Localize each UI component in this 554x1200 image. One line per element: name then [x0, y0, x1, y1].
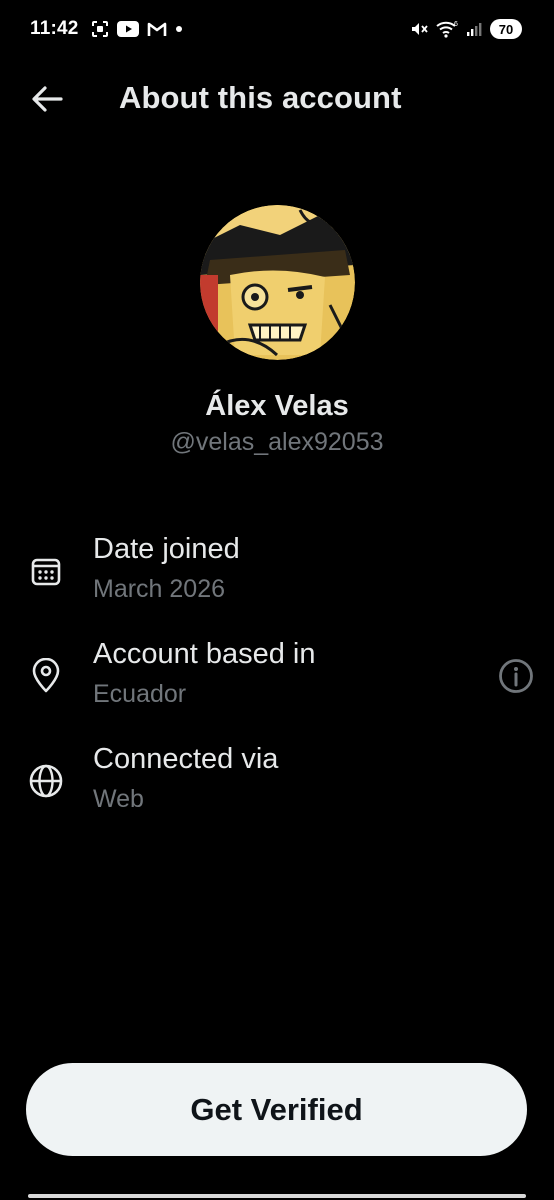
account-based-in-label: Account based in	[93, 638, 316, 670]
arrow-left-icon	[32, 86, 63, 112]
info-row-account-based-in: Account based in Ecuador	[0, 638, 554, 728]
mute-icon	[412, 23, 428, 35]
globe-icon	[28, 763, 64, 799]
more-notifications-dot-icon	[175, 26, 182, 32]
wifi-icon: 6	[436, 21, 458, 38]
back-button[interactable]	[26, 82, 68, 116]
svg-text:6: 6	[454, 21, 458, 28]
info-row-date-joined: Date joined March 2026	[0, 533, 554, 623]
signal-icon	[467, 23, 482, 36]
display-name: Álex Velas	[205, 390, 349, 422]
get-verified-button[interactable]: Get Verified	[26, 1063, 527, 1156]
info-row-connected-via: Connected via Web	[0, 743, 554, 833]
about-account-screen: 11:42 6 70 About this account Álex Velas…	[0, 0, 554, 1200]
screenshot-icon	[91, 21, 108, 37]
account-based-in-value: Ecuador	[93, 680, 187, 708]
date-joined-label: Date joined	[93, 533, 240, 565]
username-handle: @velas_alex92053	[170, 428, 384, 456]
connected-via-label: Connected via	[93, 743, 279, 775]
notification-icons	[91, 20, 183, 38]
location-info-button[interactable]	[498, 658, 534, 694]
status-time: 11:42	[30, 18, 79, 39]
home-indicator[interactable]	[28, 1194, 526, 1198]
location-pin-icon	[28, 658, 64, 694]
header: About this account	[0, 70, 554, 128]
calendar-icon	[28, 553, 64, 589]
date-joined-value: March 2026	[93, 575, 226, 603]
avatar	[200, 205, 355, 360]
status-bar: 11:42 6 70	[0, 0, 554, 58]
connected-via-value: Web	[93, 785, 144, 813]
info-icon	[499, 659, 533, 693]
battery-indicator: 70	[490, 19, 522, 39]
avatar-illustration	[200, 205, 355, 360]
status-left: 11:42	[30, 18, 183, 40]
gmail-icon	[147, 22, 166, 36]
youtube-icon	[116, 21, 139, 37]
page-title: About this account	[119, 80, 402, 115]
status-right: 6 70	[410, 19, 522, 39]
